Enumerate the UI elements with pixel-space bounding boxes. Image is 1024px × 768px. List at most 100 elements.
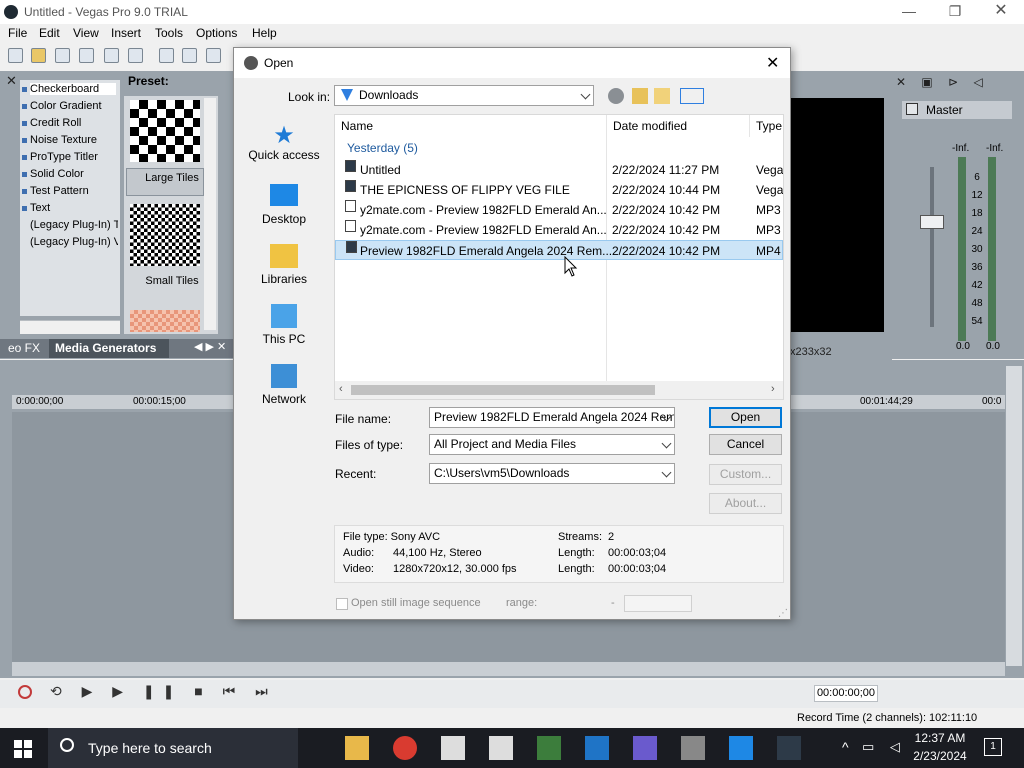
column-name[interactable]: Name xyxy=(341,119,373,133)
menu-options[interactable]: Options xyxy=(196,26,237,40)
render-icon[interactable] xyxy=(104,48,119,63)
generator-item[interactable]: Color Gradient xyxy=(22,100,102,112)
menu-file[interactable]: File xyxy=(8,26,27,40)
open-folder-icon[interactable] xyxy=(31,48,46,63)
app-icon[interactable] xyxy=(441,736,465,760)
properties-icon[interactable] xyxy=(128,48,143,63)
generator-item[interactable]: Checkerboard xyxy=(22,83,116,95)
new-icon[interactable] xyxy=(8,48,23,63)
file-row[interactable]: Untitled 2/22/2024 11:27 PM Vegas xyxy=(335,160,783,180)
file-list-hscroll[interactable]: ‹ › xyxy=(335,381,783,399)
timeline-hscroll[interactable] xyxy=(12,662,1005,676)
preset-small-tiles[interactable]: Small Tiles xyxy=(126,272,204,290)
generator-item[interactable]: Solid Color xyxy=(22,168,84,180)
generator-item[interactable]: Noise Texture xyxy=(22,134,97,146)
record-icon[interactable] xyxy=(18,685,32,699)
master-fader-handle[interactable] xyxy=(920,215,944,229)
about-button[interactable]: About... xyxy=(709,493,782,514)
scroll-thumb[interactable] xyxy=(351,385,655,395)
back-icon[interactable] xyxy=(608,88,624,104)
still-sequence-checkbox[interactable] xyxy=(336,598,348,610)
place-this-pc[interactable]: This PC xyxy=(242,304,326,346)
tray-icons[interactable]: ▭ ◁ xyxy=(862,739,906,755)
generator-item[interactable]: Credit Roll xyxy=(22,117,81,129)
range-input[interactable] xyxy=(624,595,692,612)
close-window-button[interactable]: ✕ xyxy=(978,0,1024,24)
tray-chevron-icon[interactable]: ^ xyxy=(842,739,849,755)
save-icon[interactable] xyxy=(55,48,70,63)
preset-thumb-small-tiles[interactable] xyxy=(130,204,200,266)
view-menu-icon[interactable] xyxy=(680,88,704,104)
preset-vscroll[interactable] xyxy=(204,98,216,330)
file-row-selected[interactable]: Preview 1982FLD Emerald Angela 2024 Rem.… xyxy=(335,240,783,260)
look-in-dropdown[interactable]: Downloads xyxy=(334,85,594,106)
file-row[interactable]: THE EPICNESS OF FLIPPY VEG FILE 2/22/202… xyxy=(335,180,783,200)
file-row[interactable]: y2mate.com - Preview 1982FLD Emerald An.… xyxy=(335,220,783,240)
place-quick-access[interactable]: ★ Quick access xyxy=(242,124,326,163)
clock-date[interactable]: 2/23/2024 xyxy=(910,749,970,763)
menu-view[interactable]: View xyxy=(73,26,99,40)
generator-item[interactable]: Text xyxy=(22,202,50,214)
menu-tools[interactable]: Tools xyxy=(155,26,183,40)
resize-grip-icon[interactable]: ⋰ xyxy=(778,608,788,619)
cut-icon[interactable] xyxy=(159,48,174,63)
restore-button[interactable]: ❐ xyxy=(932,0,978,24)
generator-item[interactable]: (Legacy Plug-In) V xyxy=(30,236,118,248)
cancel-button[interactable]: Cancel xyxy=(709,434,782,455)
menu-help[interactable]: Help xyxy=(252,26,277,40)
paste-icon[interactable] xyxy=(206,48,221,63)
files-of-type-dropdown[interactable]: All Project and Media Files xyxy=(429,434,675,455)
menu-edit[interactable]: Edit xyxy=(39,26,60,40)
scroll-right-icon[interactable]: › xyxy=(771,383,775,395)
transport-controls[interactable]: ⟲ ▶ ▶ ❚❚ ■ ⏮ ⏭ xyxy=(50,683,276,700)
chrome-icon[interactable] xyxy=(393,736,417,760)
save-as-icon[interactable] xyxy=(79,48,94,63)
column-type[interactable]: Type xyxy=(756,119,782,133)
new-folder-icon[interactable] xyxy=(654,88,670,104)
minimize-button[interactable]: — xyxy=(886,0,932,24)
taskbar-app-icons xyxy=(345,736,825,760)
calculator-icon[interactable] xyxy=(537,736,561,760)
generator-item[interactable]: ProType Titler xyxy=(22,151,98,163)
open-button[interactable]: Open xyxy=(709,407,782,428)
up-folder-icon[interactable] xyxy=(632,88,648,104)
close-panel-icon[interactable]: ✕ xyxy=(6,73,17,88)
preset-large-tiles[interactable]: Large Tiles xyxy=(126,168,204,196)
menu-insert[interactable]: Insert xyxy=(111,26,141,40)
custom-button[interactable]: Custom... xyxy=(709,464,782,485)
windows-start-icon[interactable] xyxy=(14,740,32,758)
copy-icon[interactable] xyxy=(182,48,197,63)
scroll-left-icon[interactable]: ‹ xyxy=(339,383,343,395)
tab-media-generators[interactable]: Media Generators xyxy=(49,339,169,358)
look-in-label: Look in: xyxy=(288,90,331,104)
group-header[interactable]: Yesterday (5) xyxy=(347,141,418,155)
column-date-modified[interactable]: Date modified xyxy=(613,119,687,133)
calendar-icon[interactable] xyxy=(729,736,753,760)
place-libraries[interactable]: Libraries xyxy=(242,244,326,286)
taskbar-search[interactable]: Type here to search xyxy=(48,728,298,768)
preset-thumb[interactable] xyxy=(130,310,200,332)
generator-item[interactable]: Test Pattern xyxy=(22,185,89,197)
app-icon[interactable] xyxy=(489,736,513,760)
master-toolbar-icons[interactable]: ✕ ▣ ⊳ ◁ xyxy=(896,75,1016,91)
dialog-close-icon[interactable]: ✕ xyxy=(766,53,779,73)
app-icon[interactable] xyxy=(633,736,657,760)
file-explorer-icon[interactable] xyxy=(345,736,369,760)
app-icon[interactable] xyxy=(681,736,705,760)
file-row[interactable]: y2mate.com - Preview 1982FLD Emerald An.… xyxy=(335,200,783,220)
photos-icon[interactable] xyxy=(585,736,609,760)
file-name-input[interactable]: Preview 1982FLD Emerald Angela 2024 Rema… xyxy=(429,407,675,428)
recent-dropdown[interactable]: C:\Users\vm5\Downloads xyxy=(429,463,675,484)
timeline-vscroll[interactable] xyxy=(1006,366,1022,666)
info-length-value: 00:00:03;04 xyxy=(608,547,667,559)
place-network[interactable]: Network xyxy=(242,364,326,406)
vegas-taskbar-icon[interactable] xyxy=(777,736,801,760)
generator-list-hscroll[interactable] xyxy=(20,320,120,334)
tab-video-fx[interactable]: eo FX xyxy=(8,341,40,355)
tab-scroll-arrows[interactable]: ◀ ▶ ✕ xyxy=(194,340,226,353)
place-desktop[interactable]: Desktop xyxy=(242,184,326,226)
generator-item[interactable]: (Legacy Plug-In) T xyxy=(30,219,118,231)
clock-time[interactable]: 12:37 AM xyxy=(912,731,968,745)
notifications-icon[interactable]: 1 xyxy=(984,738,1002,756)
preset-thumb-large-tiles[interactable] xyxy=(130,100,200,162)
